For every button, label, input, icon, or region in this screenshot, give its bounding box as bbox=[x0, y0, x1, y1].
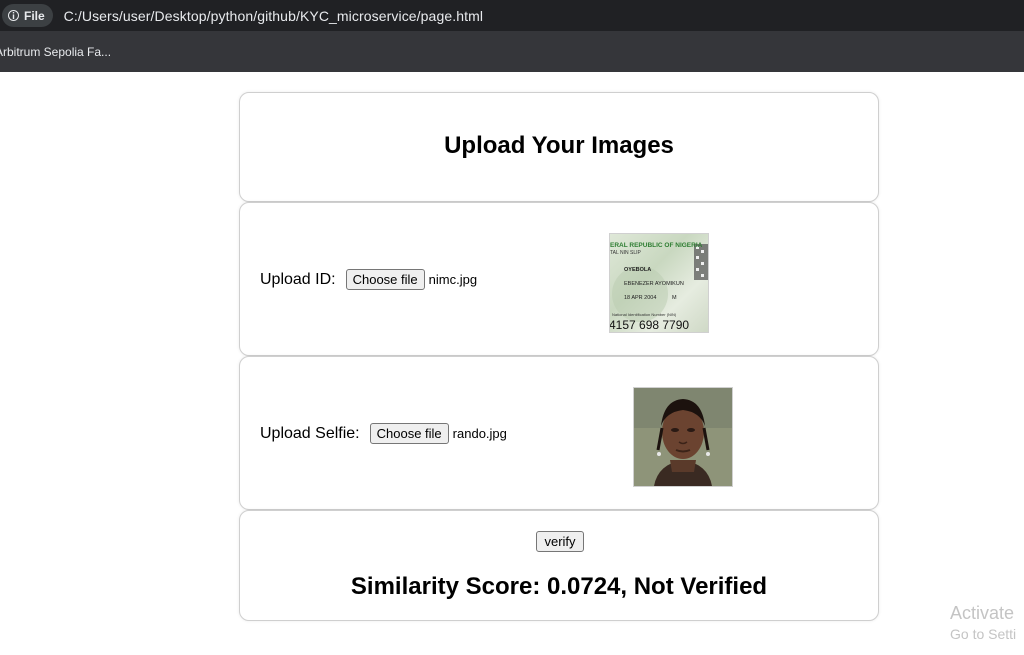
selfie-upload-card: Upload Selfie: Choose file rando.jpg bbox=[239, 356, 879, 510]
info-icon bbox=[8, 10, 19, 21]
id-file-name: nimc.jpg bbox=[428, 272, 478, 287]
id-upload-label: Upload ID: bbox=[260, 270, 336, 288]
selfie-upload-row: Upload Selfie: Choose file rando.jpg bbox=[260, 423, 507, 444]
url-text[interactable]: C:/Users/user/Desktop/python/github/KYC_… bbox=[64, 8, 483, 24]
selfie-preview-image bbox=[633, 387, 733, 487]
watermark-line-2: Go to Setti bbox=[950, 626, 1017, 642]
selfie-file-name: rando.jpg bbox=[452, 426, 507, 441]
id-upload-card: Upload ID: Choose file nimc.jpg ERAL REP… bbox=[239, 202, 879, 356]
bookmark-item[interactable]: Arbitrum Sepolia Fa... bbox=[0, 45, 111, 59]
verify-card: verify Similarity Score: 0.0724, Not Ver… bbox=[239, 510, 879, 621]
selfie-photo bbox=[634, 388, 732, 486]
title-card: Upload Your Images bbox=[239, 92, 879, 202]
id-dob-text: 18 APR 2004 bbox=[624, 295, 656, 301]
activation-watermark: Activate Go to Setti bbox=[950, 603, 1016, 642]
bookmarks-bar: Arbitrum Sepolia Fa... bbox=[0, 31, 1024, 72]
id-subheader-text: TAL NIN SLIP bbox=[610, 250, 642, 256]
id-given-names-text: EBENEZER AYOMIKUN bbox=[624, 281, 684, 287]
address-bar[interactable]: File C:/Users/user/Desktop/python/github… bbox=[0, 0, 1024, 31]
id-nin-text: 4157 698 7790 bbox=[610, 318, 689, 332]
watermark-line-1: Activate bbox=[950, 603, 1015, 623]
similarity-score-text: Similarity Score: 0.0724, Not Verified bbox=[350, 573, 768, 600]
id-card-image: ERAL REPUBLIC OF NIGERIA TAL NIN SLIP OY… bbox=[610, 242, 708, 332]
id-preview-image: ERAL REPUBLIC OF NIGERIA TAL NIN SLIP OY… bbox=[609, 233, 709, 333]
id-sex-text: M bbox=[672, 295, 677, 301]
id-upload-row: Upload ID: Choose file nimc.jpg bbox=[260, 269, 477, 290]
id-header-text: ERAL REPUBLIC OF NIGERIA bbox=[610, 242, 703, 249]
verify-button[interactable]: verify bbox=[536, 531, 584, 552]
page-title: Upload Your Images bbox=[444, 132, 674, 159]
id-choose-file-button[interactable]: Choose file bbox=[345, 269, 425, 290]
site-info-chip[interactable]: File bbox=[2, 4, 53, 27]
id-surname-text: OYEBOLA bbox=[624, 267, 651, 273]
id-nin-label-text: National Identification Number (NIN) bbox=[612, 312, 677, 317]
selfie-upload-label: Upload Selfie: bbox=[260, 424, 360, 442]
selfie-choose-file-button[interactable]: Choose file bbox=[369, 423, 449, 444]
scheme-label: File bbox=[24, 8, 45, 23]
